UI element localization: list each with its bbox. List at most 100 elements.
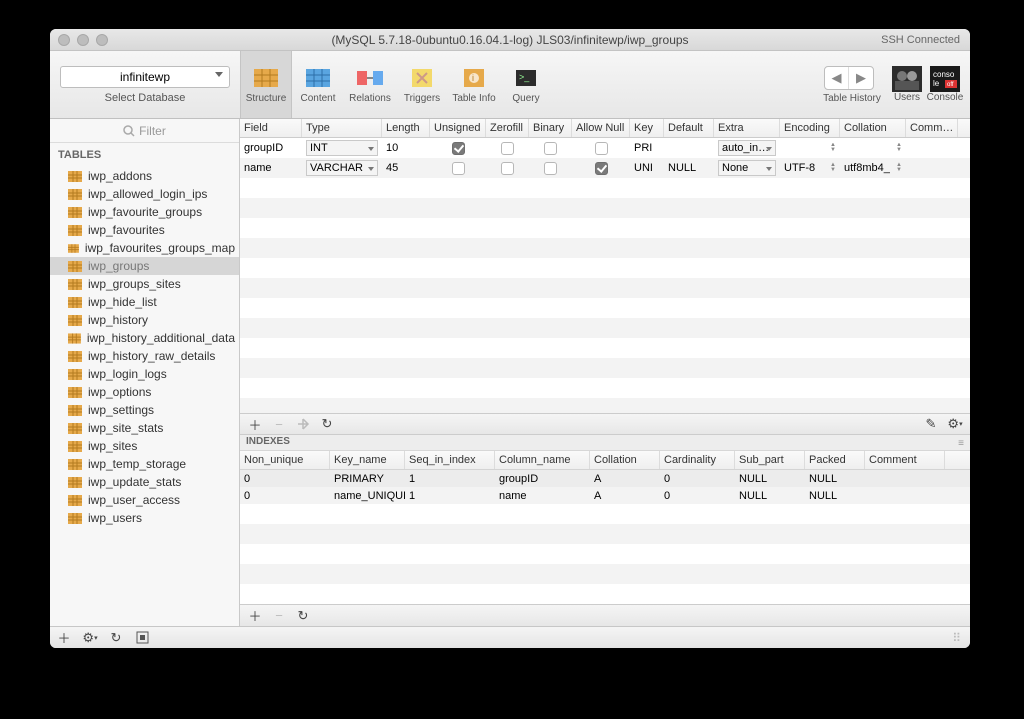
column-header-cell[interactable]: Comm… <box>906 119 958 137</box>
stepper-icon[interactable]: ▲▼ <box>896 163 902 173</box>
column-header-cell[interactable]: Zerofill <box>486 119 529 137</box>
table-row[interactable]: iwp_site_stats <box>50 419 239 437</box>
field-encoding[interactable]: ▲▼ <box>780 143 840 153</box>
column-header-cell[interactable]: Collation <box>840 119 906 137</box>
table-row[interactable]: iwp_temp_storage <box>50 455 239 473</box>
settings-gear-button[interactable]: ⚙▾ <box>944 415 966 433</box>
collapse-icon[interactable]: ≡ <box>958 438 964 449</box>
field-encoding[interactable]: UTF-8▲▼ <box>780 162 840 174</box>
field-row[interactable]: groupIDINT10PRIauto_in…▲▼▲▼ <box>240 138 970 158</box>
index-header-cell[interactable]: Collation <box>590 451 660 469</box>
remove-column-button[interactable]: − <box>268 415 290 433</box>
table-row[interactable]: iwp_favourites <box>50 221 239 239</box>
column-header-cell[interactable]: Length <box>382 119 430 137</box>
index-header-cell[interactable]: Packed <box>805 451 865 469</box>
table-row[interactable]: iwp_groups_sites <box>50 275 239 293</box>
toggle-info-button[interactable] <box>132 629 152 647</box>
column-header-cell[interactable]: Field <box>240 119 302 137</box>
index-header-cell[interactable]: Non_unique <box>240 451 330 469</box>
tab-content[interactable]: Content <box>292 51 344 118</box>
refresh-tables-button[interactable]: ↻ <box>106 629 126 647</box>
index-header-cell[interactable]: Comment <box>865 451 945 469</box>
checkbox[interactable] <box>452 142 465 155</box>
column-header-cell[interactable]: Binary <box>529 119 572 137</box>
filter-input[interactable]: Filter <box>50 119 239 143</box>
table-row[interactable]: iwp_history_raw_details <box>50 347 239 365</box>
remove-index-button[interactable]: − <box>268 607 290 625</box>
table-row[interactable]: iwp_options <box>50 383 239 401</box>
history-back-button[interactable]: ◀ <box>825 67 849 89</box>
table-row[interactable]: iwp_user_access <box>50 491 239 509</box>
index-header-cell[interactable]: Key_name <box>330 451 405 469</box>
index-header-cell[interactable]: Column_name <box>495 451 590 469</box>
dropdown[interactable]: INT <box>306 140 378 156</box>
refresh-indexes-button[interactable]: ↻ <box>292 607 314 625</box>
field-length[interactable]: 45 <box>382 162 430 174</box>
table-action-menu[interactable]: ⚙▾ <box>80 629 100 647</box>
table-row[interactable]: iwp_settings <box>50 401 239 419</box>
table-name: iwp_users <box>88 511 142 525</box>
field-default[interactable]: NULL <box>664 162 714 174</box>
field-length[interactable]: 10 <box>382 142 430 154</box>
table-row[interactable]: iwp_sites <box>50 437 239 455</box>
field-collation[interactable]: utf8mb4_▲▼ <box>840 162 906 174</box>
column-header-cell[interactable]: Extra <box>714 119 780 137</box>
console-button[interactable]: consoleoff Console <box>926 66 964 103</box>
index-header-cell[interactable]: Cardinality <box>660 451 735 469</box>
column-header-cell[interactable]: Allow Null <box>572 119 630 137</box>
tab-triggers[interactable]: Triggers <box>396 51 448 118</box>
table-row[interactable]: iwp_update_stats <box>50 473 239 491</box>
table-row[interactable]: iwp_favourite_groups <box>50 203 239 221</box>
users-button[interactable]: Users <box>888 66 926 103</box>
column-header-cell[interactable]: Key <box>630 119 664 137</box>
table-row[interactable]: iwp_favourites_groups_map <box>50 239 239 257</box>
stepper-icon[interactable]: ▲▼ <box>830 143 836 153</box>
add-column-button[interactable]: ＋ <box>244 415 266 433</box>
tab-relations[interactable]: Relations <box>344 51 396 118</box>
table-row[interactable]: iwp_hide_list <box>50 293 239 311</box>
column-header-cell[interactable]: Unsigned <box>430 119 486 137</box>
checkbox[interactable] <box>501 162 514 175</box>
stepper-icon[interactable]: ▲▼ <box>896 143 902 153</box>
index-header-cell[interactable]: Sub_part <box>735 451 805 469</box>
resize-handle-icon[interactable]: ⠿ <box>952 631 962 645</box>
table-row[interactable]: iwp_login_logs <box>50 365 239 383</box>
checkbox[interactable] <box>452 162 465 175</box>
index-row[interactable]: 0PRIMARY1groupIDA0NULLNULL <box>240 470 970 487</box>
field-collation[interactable]: ▲▼ <box>840 143 906 153</box>
triggers-icon <box>407 65 437 91</box>
index-cell: NULL <box>805 490 865 502</box>
dropdown[interactable]: None <box>718 160 776 176</box>
checkbox[interactable] <box>595 142 608 155</box>
tab-table-info[interactable]: iTable Info <box>448 51 500 118</box>
checkbox[interactable] <box>544 162 557 175</box>
column-header-cell[interactable]: Encoding <box>780 119 840 137</box>
index-cell: 0 <box>660 490 735 502</box>
add-index-button[interactable]: ＋ <box>244 607 266 625</box>
table-row[interactable]: iwp_groups <box>50 257 239 275</box>
history-forward-button[interactable]: ▶ <box>849 67 873 89</box>
refresh-columns-button[interactable]: ↻ <box>316 415 338 433</box>
column-header-cell[interactable]: Type <box>302 119 382 137</box>
add-table-button[interactable]: ＋ <box>54 629 74 647</box>
edit-button[interactable]: ✎ <box>920 415 942 433</box>
table-row[interactable]: iwp_history <box>50 311 239 329</box>
dropdown[interactable]: auto_in… <box>718 140 776 156</box>
column-header-cell[interactable]: Default <box>664 119 714 137</box>
index-row[interactable]: 0name_UNIQUE1nameA0NULLNULL <box>240 487 970 504</box>
database-select[interactable]: infinitewp <box>60 66 230 88</box>
checkbox[interactable] <box>501 142 514 155</box>
tab-structure[interactable]: Structure <box>240 51 292 118</box>
table-row[interactable]: iwp_addons <box>50 167 239 185</box>
table-row[interactable]: iwp_users <box>50 509 239 527</box>
checkbox[interactable] <box>595 162 608 175</box>
index-header-cell[interactable]: Seq_in_index <box>405 451 495 469</box>
table-row[interactable]: iwp_allowed_login_ips <box>50 185 239 203</box>
duplicate-column-button[interactable] <box>292 415 314 433</box>
table-row[interactable]: iwp_history_additional_data <box>50 329 239 347</box>
checkbox[interactable] <box>544 142 557 155</box>
stepper-icon[interactable]: ▲▼ <box>830 163 836 173</box>
field-row[interactable]: nameVARCHAR45UNINULLNoneUTF-8▲▼utf8mb4_▲… <box>240 158 970 178</box>
tab-query[interactable]: >_Query <box>500 51 552 118</box>
dropdown[interactable]: VARCHAR <box>306 160 378 176</box>
